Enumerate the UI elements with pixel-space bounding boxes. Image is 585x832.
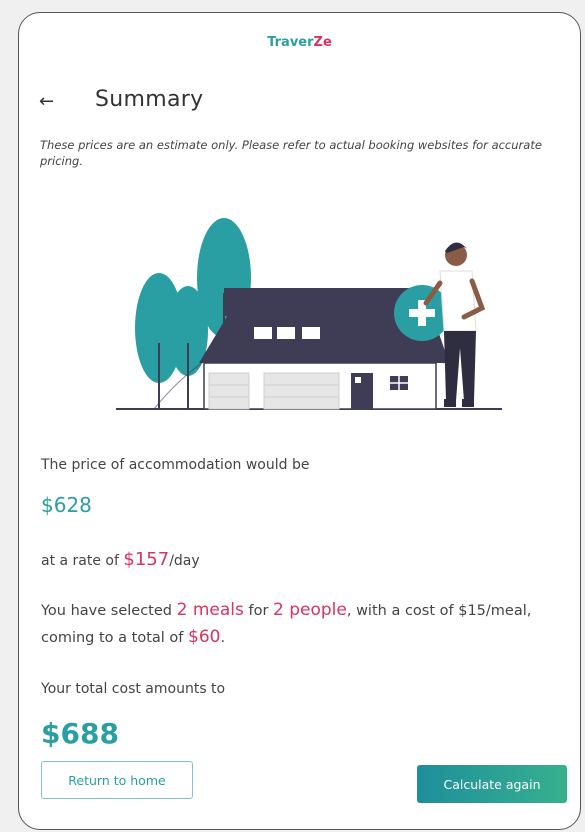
- house-illustration: [116, 218, 502, 410]
- meals-text-1: You have selected: [41, 603, 177, 619]
- return-home-button[interactable]: Return to home: [41, 761, 193, 799]
- people-count: 2 people: [273, 600, 347, 620]
- disclaimer-text: These prices are an estimate only. Pleas…: [40, 138, 542, 169]
- rate-suffix: /day: [169, 553, 200, 569]
- accommodation-label: The price of accommodation would be: [41, 457, 310, 473]
- brand-part-1: Traver: [267, 35, 314, 50]
- meals-text-2: for: [243, 603, 274, 619]
- back-arrow-icon[interactable]: ←: [39, 91, 54, 112]
- rate-value: $157: [123, 549, 170, 570]
- total-value: $688: [41, 717, 119, 750]
- rate-line: at a rate of $157/day: [41, 549, 200, 570]
- meals-count: 2 meals: [176, 600, 244, 620]
- meals-text-4: .: [220, 630, 226, 647]
- calculate-again-button[interactable]: Calculate again: [417, 765, 567, 803]
- accommodation-price: $628: [41, 493, 92, 517]
- rate-prefix: at a rate of: [41, 553, 124, 569]
- total-label: Your total cost amounts to: [41, 681, 226, 697]
- brand-part-2: Ze: [313, 35, 332, 50]
- meals-total: $60: [188, 627, 221, 648]
- page-title: Summary: [95, 87, 204, 112]
- app-frame: TraverZe ← Summary These prices are an e…: [18, 12, 581, 830]
- brand-logo: TraverZe: [19, 35, 580, 50]
- meals-summary: You have selected 2 meals for 2 people, …: [41, 597, 566, 651]
